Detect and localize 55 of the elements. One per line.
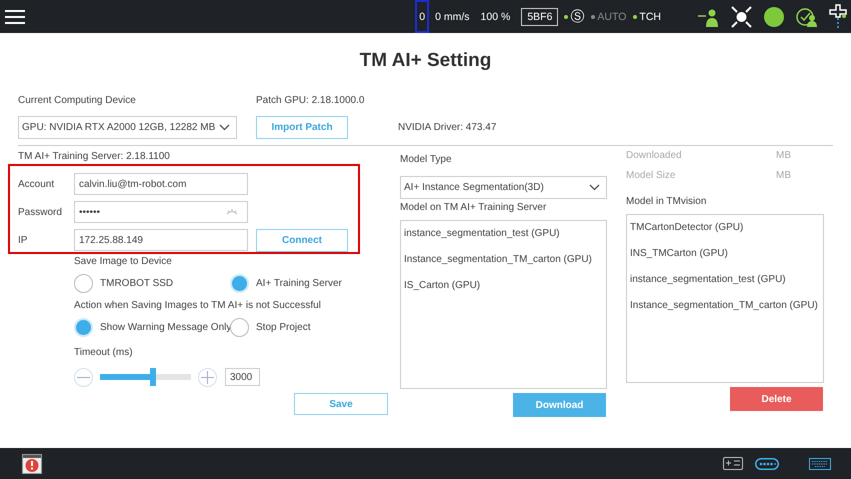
radio-label[interactable]: AI+ Training Server [256,278,342,288]
info-label: Downloaded [626,150,682,161]
status-code: 5BF6 [521,8,558,26]
list-item[interactable]: Instance_segmentation_TM_carton (GPU) [401,247,606,273]
list-item[interactable]: Instance_segmentation_TM_carton (GPU) [627,293,823,319]
chevron-down-icon [219,124,230,131]
mode-label: TCH [639,10,661,22]
page-title: TM AI+ Setting [358,49,492,73]
input-field[interactable]: 172.25.88.149 [74,229,248,251]
patch-version: Patch GPU: 2.18.1000.0 [256,94,366,108]
list-label: Model in TMvision [626,195,708,209]
list-item[interactable]: INS_TMCarton (GPU) [627,241,823,267]
unit-label: MB [776,150,791,161]
speed-readout: 0 mm/s [435,10,470,22]
keyboard-icon[interactable] [809,458,831,470]
control-panel-icon[interactable] [723,457,743,470]
unit-label: MB [776,170,791,181]
dots-pill-icon[interactable] [755,458,779,470]
field-label: Password [18,206,63,218]
server-version: TM AI+ Training Server: 2.18.1100 [18,150,171,164]
mode-label: Ⓢ [570,8,584,26]
end-effector-icon[interactable] [829,4,847,30]
list-item[interactable]: instance_segmentation_test (GPU) [401,221,606,247]
slider-thumb[interactable] [150,368,156,386]
number-field[interactable]: 3000 [225,368,260,386]
speed-percent: 100 % [480,10,510,22]
password-field[interactable]: •••••• [74,201,248,223]
field-label: Timeout (ms) [74,346,134,360]
list-item[interactable]: IS_Carton (GPU) [401,273,606,299]
list-label: Model on TM AI+ Training Server [400,201,548,215]
radio-label[interactable]: Stop Project [256,322,310,332]
field-label: Current Computing Device [18,94,137,108]
field-label: Model Type [400,153,453,167]
list-item[interactable]: instance_segmentation_test (GPU) [627,267,823,293]
status-indicator-icon[interactable] [764,6,784,26]
input-field[interactable]: calvin.liu@tm-robot.com [74,173,248,195]
select-field[interactable]: GPU: NVIDIA RTX A2000 12GB, 12282 MB [18,116,237,139]
error-window-icon[interactable] [22,454,42,474]
menu-icon[interactable] [5,8,25,24]
driver-version: NVIDIA Driver: 473.47 [398,121,496,135]
radio-label[interactable]: TMROBOT SSD [100,278,174,288]
chevron-down-icon [589,184,600,191]
check-user-icon[interactable] [796,6,817,26]
field-label: Account [18,178,56,190]
info-label: Model Size [626,170,676,181]
radio-label[interactable]: Show Warning Message Only [100,322,232,332]
mode-label: AUTO [597,10,626,22]
counter-display: 0 [415,0,430,33]
list-item[interactable]: TMCartonDetector (GPU) [627,215,823,241]
radio-button[interactable] [230,318,249,336]
group-label: Save Image to Device [74,255,173,269]
group-label: Action when Saving Images to TM AI+ is not Successful [74,299,322,313]
field-label: IP [18,234,28,246]
select-field[interactable]: AI+ Instance Segmentation(3D) [400,176,607,199]
radio-button[interactable] [74,274,93,292]
